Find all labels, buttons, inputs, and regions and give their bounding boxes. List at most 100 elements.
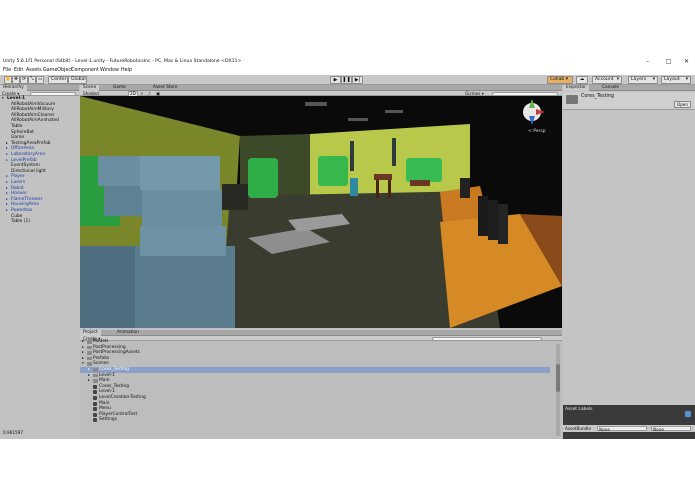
unity-scene-icon [93, 407, 97, 412]
menu-edit[interactable]: Edit [14, 68, 23, 73]
scene-search-input[interactable] [492, 91, 558, 96]
menu-help[interactable]: Help [121, 68, 132, 73]
space-label: Global [71, 77, 86, 82]
pause-button[interactable]: ❚❚ [341, 76, 352, 84]
layout-label: Layout [664, 77, 680, 82]
play-button[interactable]: ▶ [330, 76, 341, 84]
hierarchy-item-label: Table (1) [11, 219, 30, 225]
asset-bundle-variant-dropdown[interactable]: None [651, 425, 691, 432]
hierarchy-tab-label: Hierarchy [3, 85, 24, 90]
collab-dropdown[interactable]: Collab ▾ [547, 76, 573, 84]
menu-bar: File Edit Assets GameObject Component Wi… [0, 67, 695, 75]
menu-assets[interactable]: Assets [26, 68, 42, 73]
chevron-down-icon: ▾ [685, 77, 688, 82]
chevron-down-icon: ▾ [616, 77, 619, 82]
book [488, 200, 498, 240]
scene-viewport[interactable]: < Persp [80, 96, 562, 328]
open-button[interactable]: Open [673, 101, 691, 108]
unity-scene-icon [93, 384, 97, 389]
hierarchy-item[interactable]: Table (1) [0, 219, 79, 225]
tab-console-label: Console [602, 85, 620, 90]
table-leg [388, 180, 391, 198]
close-icon[interactable]: ✕ [684, 58, 689, 65]
status-bar: 0.961597 [0, 429, 80, 439]
tab-game-label: Game [113, 85, 126, 90]
folder-icon [87, 340, 92, 344]
layers-dropdown[interactable]: Layers ▾ [628, 76, 658, 84]
small-table [374, 174, 392, 180]
tab-animation-label: Animation [117, 330, 139, 335]
inspector-panel: Inspector Console Cores_Testing Open Ass… [563, 85, 695, 439]
account-dropdown[interactable]: Account ▾ [592, 76, 622, 84]
menu-component[interactable]: Component [71, 68, 99, 73]
barrel [142, 190, 222, 226]
unity-scene-icon [93, 401, 97, 406]
move-tool-icon[interactable]: ✥ [12, 76, 20, 84]
project-tree: ▸ Models ▸ PostProcessing ▸ PostProcessingAss… [80, 339, 562, 439]
robot-pole [392, 138, 396, 166]
asset-labels-section: Asset Labels AssetBundle None None [563, 405, 695, 439]
asset-bundle-label: AssetBundle [565, 426, 592, 431]
persp-label[interactable]: < Persp [528, 128, 546, 134]
green-armchair [248, 158, 278, 198]
asset-bundle-dropdown[interactable]: None [597, 425, 647, 432]
layout-dropdown[interactable]: Layout ▾ [661, 76, 691, 84]
collab-label: Collab ▾ [550, 77, 569, 82]
green-armchair [406, 158, 442, 182]
scene-asset-icon [566, 95, 578, 104]
barrel [140, 226, 226, 256]
tag-icon[interactable] [685, 411, 691, 417]
menu-window[interactable]: Window [100, 68, 119, 73]
book [478, 196, 488, 236]
step-button[interactable]: ▶| [352, 76, 363, 84]
inspector-header: Cores_Testing Open [563, 92, 695, 110]
ceiling-light [305, 102, 327, 106]
pivot-toggle[interactable]: Center [48, 76, 68, 84]
asset-labels-header: Asset Labels [565, 407, 593, 412]
scene-render[interactable]: < Persp [80, 96, 562, 328]
tab-inspector[interactable]: Inspector [563, 85, 590, 91]
ceiling-light [348, 118, 368, 121]
minimize-icon[interactable]: – [646, 58, 649, 65]
status-text: 0.961597 [3, 430, 23, 435]
folder-icon [87, 356, 92, 361]
tab-inspector-label: Inspector [566, 85, 587, 90]
tab-project-label: Project [83, 330, 98, 335]
menu-file[interactable]: File [3, 68, 11, 73]
inspector-tabbar: Inspector Console [563, 85, 695, 91]
project-scene-row[interactable]: Settings [80, 417, 280, 423]
unity-scene-icon [93, 396, 97, 400]
robot-base [350, 178, 358, 196]
project-search-input[interactable] [432, 336, 542, 341]
barrel [80, 246, 140, 328]
green-armchair [318, 156, 348, 186]
barrel [140, 156, 220, 190]
scale-tool-icon[interactable]: ⤡ [28, 76, 36, 84]
small-table [410, 180, 430, 186]
cloud-icon[interactable]: ☁ [576, 76, 588, 84]
scrollbar-thumb[interactable] [556, 364, 560, 392]
tab-console[interactable]: Console [599, 85, 622, 91]
project-scrollbar[interactable] [556, 344, 560, 436]
rect-tool-icon[interactable]: ▭ [36, 76, 44, 84]
chevron-down-icon: ▾ [652, 77, 655, 82]
inspector-object-name: Cores_Testing [581, 94, 614, 99]
table-leg [376, 180, 379, 198]
hierarchy-search-input[interactable] [30, 91, 76, 96]
dark-cabinet [222, 184, 248, 210]
barrel [135, 246, 235, 328]
hand-tool-icon[interactable]: ✋ [4, 76, 12, 84]
hierarchy-panel: Hierarchy Create ▾ ▾ Level-1 AllRobotAim… [0, 85, 79, 429]
main-toolbar: ✋ ✥ ⟳ ⤡ ▭ Center Global ▶ ❚❚ ▶| Collab ▾… [0, 75, 695, 85]
folder-icon [93, 368, 98, 372]
project-item-label: Settings [99, 417, 118, 423]
maximize-icon[interactable]: □ [666, 58, 672, 65]
book [460, 178, 470, 198]
title-bar: Unity 5.6.1f1 Personal (64bit) - Level-1… [0, 57, 695, 67]
rotate-tool-icon[interactable]: ⟳ [20, 76, 28, 84]
space-toggle[interactable]: Global [68, 76, 87, 84]
folder-icon [93, 379, 98, 383]
menu-gameobject[interactable]: GameObject [43, 68, 73, 73]
unity-scene-icon [93, 412, 97, 417]
layers-label: Layers [631, 77, 647, 82]
